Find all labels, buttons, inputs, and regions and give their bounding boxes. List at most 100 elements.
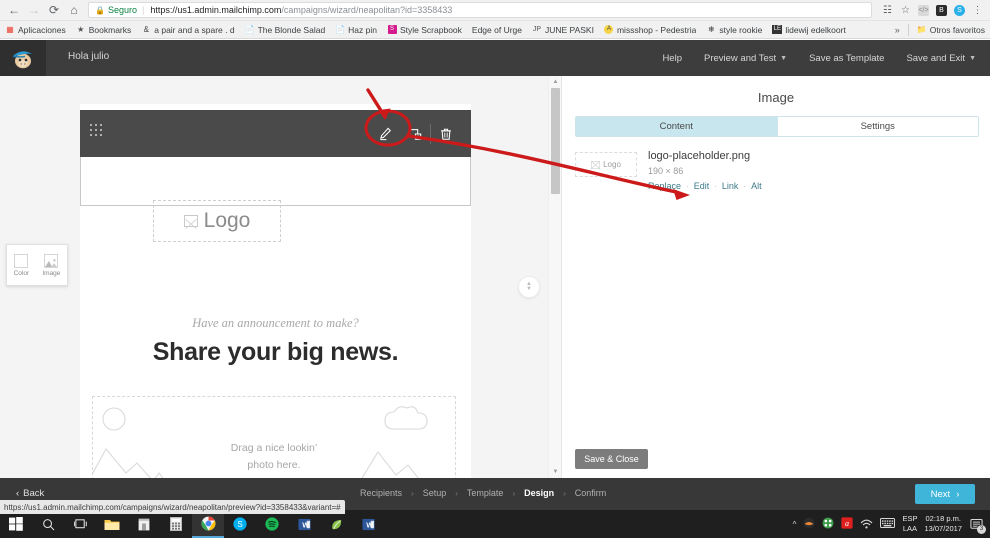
extension-skype-icon[interactable]: S	[951, 2, 968, 19]
file-explorer-icon[interactable]	[96, 510, 128, 538]
chrome-svg	[201, 516, 215, 530]
bookmark-label: Aplicaciones	[18, 24, 66, 35]
bookmark-item[interactable]: 📄 Haz pin	[335, 25, 377, 35]
replace-link[interactable]: Replace	[648, 181, 681, 191]
calculator-icon[interactable]	[160, 510, 192, 538]
dropbox-icon[interactable]	[803, 517, 815, 531]
bookmark-item[interactable]: ▦ Aplicaciones	[5, 25, 66, 35]
extension-black-icon[interactable]: B	[933, 2, 950, 19]
search-icon[interactable]	[32, 510, 64, 538]
move-up-down-icon[interactable]: ▲ ▼	[518, 276, 540, 298]
bookmark-item[interactable]: & a pair and a spare . d	[141, 24, 235, 35]
language-indicator[interactable]: ESP LAA	[902, 514, 917, 534]
photo-dropzone[interactable]: Drag a nice lookin’ photo here.	[92, 396, 456, 478]
wifi-icon[interactable]	[860, 518, 873, 531]
bookmark-item[interactable]: ❄ style rookie	[706, 25, 762, 35]
reload-icon[interactable]: ⟳	[44, 1, 64, 19]
other-bookmarks-folder[interactable]: 📁 Otros favoritos	[917, 25, 985, 35]
edit-link[interactable]: Edit	[694, 181, 710, 191]
image-option[interactable]: Image	[42, 253, 61, 277]
bookmark-item[interactable]: LE lidewij edelkoort	[772, 25, 846, 35]
address-bar[interactable]: 🔒 Seguro | https://us1.admin.mailchimp.c…	[88, 2, 872, 18]
color-option[interactable]: Color	[14, 253, 29, 277]
bookmarks-overflow-icon[interactable]: »	[895, 25, 900, 35]
tab-content[interactable]: Content	[576, 117, 777, 136]
bookmark-item[interactable]: 📄 The Blonde Salad	[245, 25, 326, 35]
tab-settings[interactable]: Settings	[777, 117, 978, 136]
alt-link[interactable]: Alt	[751, 181, 762, 191]
step-template[interactable]: Template	[467, 488, 504, 498]
step-confirm[interactable]: Confirm	[575, 488, 607, 498]
block-tools	[370, 110, 461, 157]
drag-handle-dots-icon[interactable]	[90, 124, 106, 138]
next-button[interactable]: Next ›	[915, 484, 975, 504]
help-link[interactable]: Help	[662, 53, 682, 64]
email-headline-text[interactable]: Share your big news.	[80, 338, 471, 367]
link-separator: ·	[743, 181, 747, 191]
step-recipients[interactable]: Recipients	[360, 488, 402, 498]
trash-delete-icon[interactable]	[431, 110, 461, 157]
action-center-icon[interactable]: 3	[969, 517, 986, 534]
bookmark-item[interactable]: Edge of Urge	[472, 25, 522, 35]
canvas-scrollbar[interactable]: ▲ ▼	[548, 76, 561, 478]
image-thumbnail[interactable]: Logo	[575, 152, 637, 177]
email-eyebrow-text[interactable]: Have an announcement to make?	[80, 316, 471, 331]
bookmark-star-icon[interactable]: ☆	[897, 2, 914, 19]
spotify-icon[interactable]	[256, 510, 288, 538]
store-icon[interactable]	[128, 510, 160, 538]
chevron-left-icon: ‹	[16, 488, 20, 499]
bookmark-item[interactable]: JP JUNE PASKI	[532, 25, 594, 35]
task-view-icon[interactable]	[64, 510, 96, 538]
show-hidden-icons-icon[interactable]: ^	[793, 520, 797, 529]
bookmark-label: a pair and a spare . d	[154, 24, 235, 35]
skype-icon[interactable]: S	[224, 510, 256, 538]
image-label: Image	[42, 269, 61, 277]
forward-arrow-icon: →	[28, 3, 40, 17]
system-tray: ^ a ESP LAA 02:18 p.m. 13/07/2017 3	[793, 514, 990, 534]
chrome-menu-icon[interactable]: ⋮	[969, 2, 986, 19]
apps-grid-icon: ▦	[6, 25, 14, 34]
duplicate-block-icon[interactable]	[400, 110, 430, 157]
language-line-2: LAA	[902, 524, 918, 533]
avira-icon[interactable]: a	[841, 517, 854, 531]
save-page-icon[interactable]: ☷	[879, 2, 896, 19]
dropzone-line-2: photo here.	[247, 459, 301, 471]
word-icon[interactable]: W	[288, 510, 320, 538]
bookmark-item[interactable]: ★ Bookmarks	[76, 25, 131, 35]
windows-taskbar: S W W ^ a ESP LAA 02:18 p.m. 13/07/2017 …	[0, 510, 990, 538]
bookmark-item[interactable]: A missshop - Pedestria	[604, 25, 696, 35]
windows-start-icon[interactable]	[0, 510, 32, 538]
leaf-icon[interactable]	[320, 510, 352, 538]
pencil-edit-icon[interactable]	[370, 110, 400, 157]
word-svg-2: W	[361, 518, 375, 530]
preview-and-test-menu[interactable]: Preview and Test ▼	[704, 53, 787, 64]
email-design-canvas[interactable]: Logo Color Image ▲ ▼ Have an announcemen…	[0, 76, 548, 478]
home-icon[interactable]: ⌂	[64, 1, 84, 19]
sync-svg	[823, 517, 834, 529]
selected-image-block-toolbar[interactable]	[80, 110, 471, 157]
bookmark-item[interactable]: S Style Scrapbook	[387, 25, 462, 35]
logo-placeholder[interactable]: Logo	[153, 200, 281, 242]
word-icon[interactable]: W	[352, 510, 384, 538]
save-and-close-button[interactable]: Save & Close	[575, 449, 648, 469]
image-icon-svg	[45, 258, 58, 267]
back-button[interactable]: ‹ Back	[16, 488, 44, 499]
scrollbar-thumb[interactable]	[551, 88, 560, 194]
color-image-popover[interactable]: Color Image	[6, 244, 68, 286]
avira-svg: a	[841, 517, 854, 529]
keyboard-icon[interactable]	[880, 518, 896, 530]
step-setup[interactable]: Setup	[423, 488, 447, 498]
chevron-down-icon: ▼	[969, 54, 976, 62]
chrome-icon[interactable]	[192, 510, 224, 538]
sync-icon[interactable]	[822, 517, 834, 531]
freddie-monkey-logo[interactable]	[0, 40, 46, 76]
back-arrow-icon[interactable]: ←	[4, 1, 24, 19]
extension-devtools-icon[interactable]: </>	[915, 2, 932, 19]
save-and-exit-menu[interactable]: Save and Exit ▼	[906, 53, 976, 64]
save-as-template-button[interactable]: Save as Template	[809, 53, 884, 64]
clock[interactable]: 02:18 p.m. 13/07/2017	[924, 514, 962, 534]
pencil-edit-svg	[380, 127, 391, 140]
step-design[interactable]: Design	[524, 488, 554, 498]
leaf-svg	[331, 519, 341, 529]
link-link[interactable]: Link	[722, 181, 739, 191]
